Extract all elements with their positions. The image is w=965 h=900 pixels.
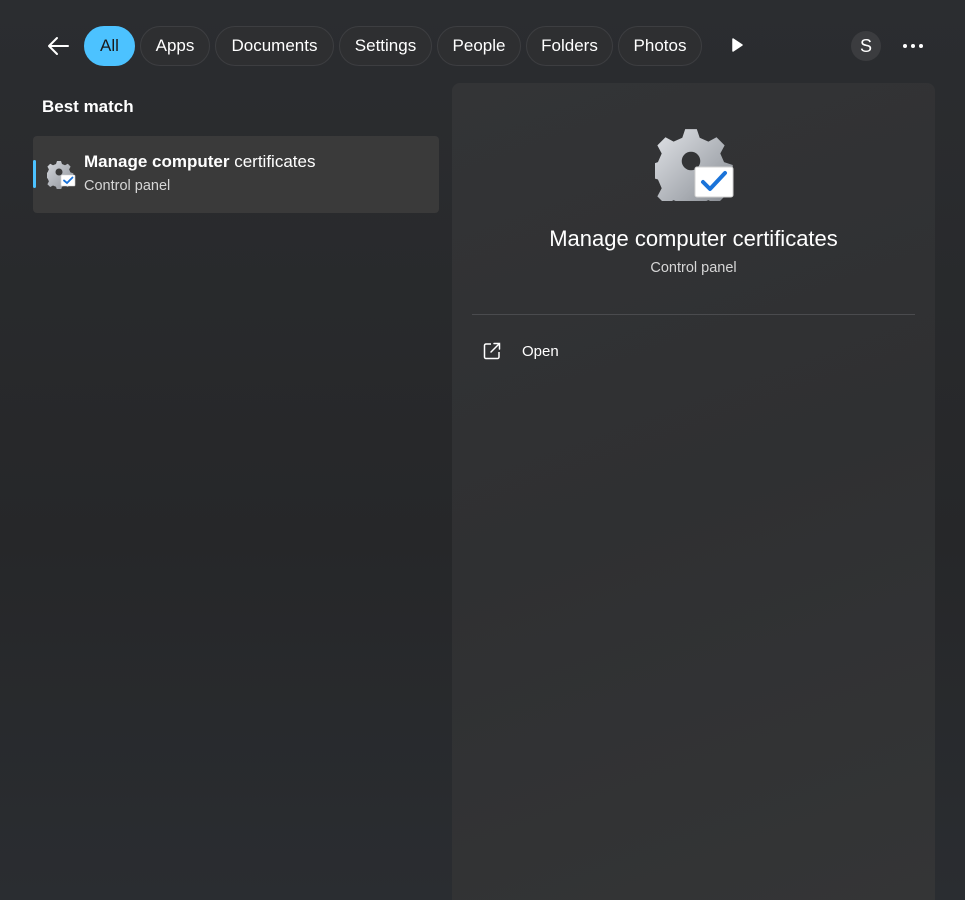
ellipsis-icon (903, 44, 907, 48)
arrow-left-icon (48, 37, 69, 55)
open-label: Open (522, 342, 559, 360)
avatar[interactable]: S (851, 31, 881, 61)
filter-bar: All Apps Documents Settings People Folde… (0, 0, 965, 90)
filter-chip-settings[interactable]: Settings (339, 26, 432, 66)
preview-subtitle: Control panel (650, 260, 737, 276)
open-external-icon (483, 342, 501, 360)
play-arrow-icon (732, 38, 743, 52)
filter-chip-people[interactable]: People (437, 26, 521, 66)
section-title: Best match (42, 97, 134, 116)
gear-certificate-icon (655, 129, 734, 201)
divider (472, 314, 915, 315)
filter-chip-folders[interactable]: Folders (526, 26, 613, 66)
back-button[interactable] (40, 28, 76, 64)
gear-certificate-icon (47, 161, 76, 189)
filter-chip-apps[interactable]: Apps (140, 26, 210, 66)
filter-chip-all[interactable]: All (84, 26, 135, 66)
preview-title: Manage computer certificates (549, 226, 838, 251)
more-options-button[interactable] (897, 31, 929, 61)
best-match-result[interactable]: Manage computer certificates Control pan… (33, 136, 439, 213)
more-filters-button[interactable] (722, 30, 752, 60)
ellipsis-icon (911, 44, 915, 48)
filter-chip-photos[interactable]: Photos (618, 26, 702, 66)
filter-chip-documents[interactable]: Documents (215, 26, 334, 66)
result-title: Manage computer certificates (84, 152, 316, 171)
selection-indicator (33, 160, 36, 188)
preview-pane: Manage computer certificates Control pan… (452, 83, 935, 900)
ellipsis-icon (919, 44, 923, 48)
open-action[interactable]: Open (482, 337, 682, 365)
result-subtitle: Control panel (84, 178, 171, 194)
